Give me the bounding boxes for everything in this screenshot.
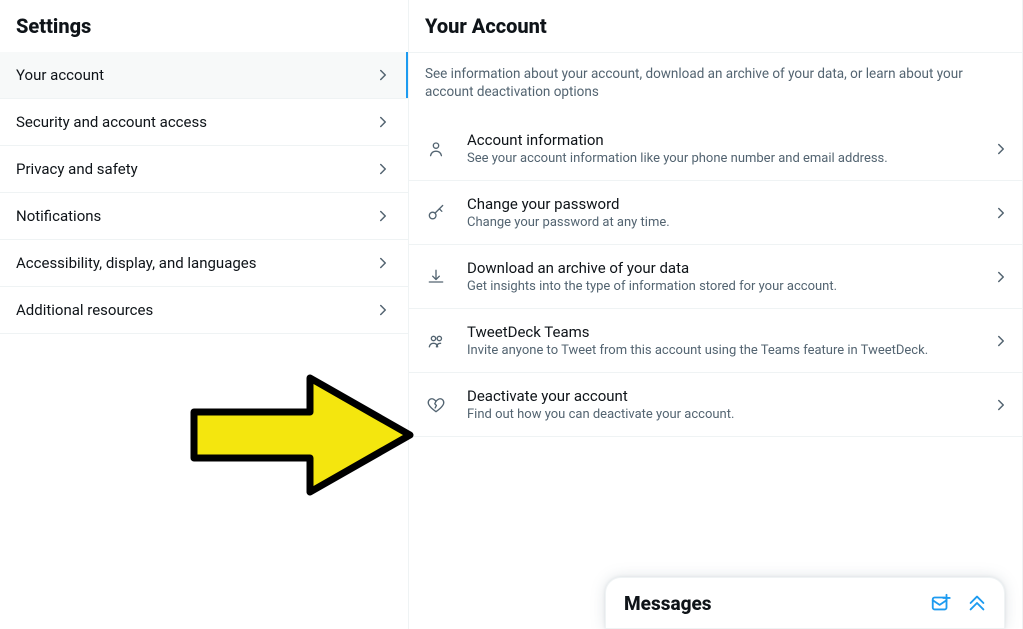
users-icon	[425, 330, 447, 352]
nav-item-notifications[interactable]: Notifications	[0, 193, 408, 240]
option-tweetdeck-teams[interactable]: TweetDeck Teams Invite anyone to Tweet f…	[409, 309, 1022, 373]
chevron-right-icon	[992, 140, 1010, 158]
option-text: Deactivate your account Find out how you…	[467, 387, 992, 422]
settings-pane: Settings Your account Security and accou…	[0, 0, 409, 629]
option-text: TweetDeck Teams Invite anyone to Tweet f…	[467, 323, 992, 358]
nav-item-your-account[interactable]: Your account	[0, 52, 408, 99]
chevron-right-icon	[992, 396, 1010, 414]
chevron-right-icon	[374, 254, 392, 272]
account-description: See information about your account, down…	[409, 53, 1022, 117]
nav-item-label: Accessibility, display, and languages	[16, 254, 256, 272]
option-subtitle: See your account information like your p…	[467, 151, 992, 166]
chevron-right-icon	[992, 204, 1010, 222]
settings-nav: Your account Security and account access…	[0, 52, 408, 334]
option-title: Account information	[467, 131, 992, 149]
option-title: Change your password	[467, 195, 992, 213]
chevron-right-icon	[992, 268, 1010, 286]
expand-drawer-icon[interactable]	[966, 592, 988, 614]
nav-item-security[interactable]: Security and account access	[0, 99, 408, 146]
nav-item-accessibility[interactable]: Accessibility, display, and languages	[0, 240, 408, 287]
account-title: Your Account	[409, 0, 1022, 52]
nav-item-privacy[interactable]: Privacy and safety	[0, 146, 408, 193]
option-subtitle: Find out how you can deactivate your acc…	[467, 407, 992, 422]
option-subtitle: Get insights into the type of informatio…	[467, 279, 992, 294]
annotation-arrow	[188, 370, 418, 500]
user-icon	[425, 138, 447, 160]
key-icon	[425, 202, 447, 224]
nav-item-label: Your account	[16, 66, 104, 84]
option-change-password[interactable]: Change your password Change your passwor…	[409, 181, 1022, 245]
account-header: Your Account	[409, 0, 1022, 53]
option-download-archive[interactable]: Download an archive of your data Get ins…	[409, 245, 1022, 309]
option-subtitle: Invite anyone to Tweet from this account…	[467, 343, 992, 358]
settings-title: Settings	[0, 0, 408, 52]
download-icon	[425, 266, 447, 288]
nav-item-label: Additional resources	[16, 301, 153, 319]
messages-drawer[interactable]: Messages	[605, 577, 1005, 629]
option-text: Change your password Change your passwor…	[467, 195, 992, 230]
option-account-information[interactable]: Account information See your account inf…	[409, 117, 1022, 181]
account-pane: Your Account See information about your …	[409, 0, 1023, 629]
nav-item-resources[interactable]: Additional resources	[0, 287, 408, 334]
nav-item-label: Notifications	[16, 207, 101, 225]
nav-item-label: Privacy and safety	[16, 160, 138, 178]
new-message-icon[interactable]	[930, 592, 952, 614]
option-text: Download an archive of your data Get ins…	[467, 259, 992, 294]
messages-title: Messages	[624, 592, 916, 615]
option-title: Deactivate your account	[467, 387, 992, 405]
option-subtitle: Change your password at any time.	[467, 215, 992, 230]
chevron-right-icon	[374, 301, 392, 319]
nav-item-label: Security and account access	[16, 113, 207, 131]
chevron-right-icon	[374, 66, 392, 84]
option-title: Download an archive of your data	[467, 259, 992, 277]
option-title: TweetDeck Teams	[467, 323, 992, 341]
chevron-right-icon	[374, 160, 392, 178]
chevron-right-icon	[374, 207, 392, 225]
chevron-right-icon	[374, 113, 392, 131]
chevron-right-icon	[992, 332, 1010, 350]
heartbreak-icon	[425, 394, 447, 416]
option-text: Account information See your account inf…	[467, 131, 992, 166]
option-deactivate-account[interactable]: Deactivate your account Find out how you…	[409, 373, 1022, 437]
